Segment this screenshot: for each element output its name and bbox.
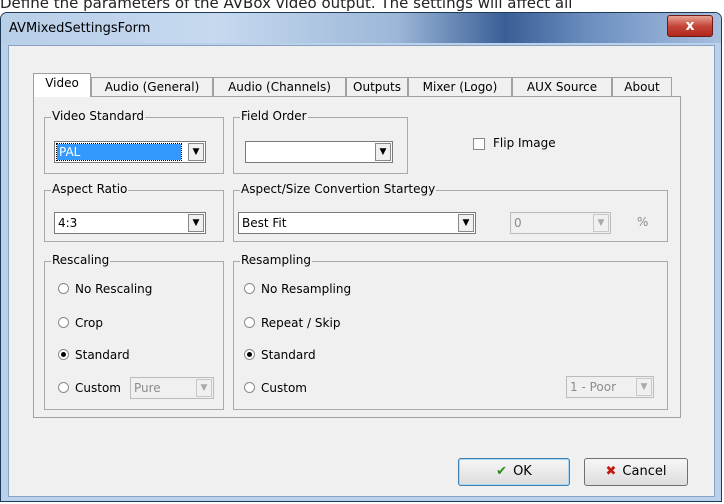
rescaling-option-crop[interactable]: Crop xyxy=(58,316,103,330)
resampling-custom-select[interactable]: 1 - Poor ▼ xyxy=(566,376,654,398)
resampling-custom-value: 1 - Poor xyxy=(570,380,617,394)
rescaling-custom-select[interactable]: Pure ▼ xyxy=(130,377,214,399)
x-icon: ✖ xyxy=(605,464,617,479)
window-title: AVMixedSettingsForm xyxy=(9,21,151,36)
flip-image-label: Flip Image xyxy=(493,136,556,150)
radio-label: Custom xyxy=(261,381,307,395)
radio-label: Repeat / Skip xyxy=(261,316,341,330)
resampling-option-no-resampling[interactable]: No Resampling xyxy=(244,282,351,296)
tab-outputs[interactable]: Outputs xyxy=(346,77,408,96)
aspect-amount-value: 0 xyxy=(514,216,522,230)
radio-indicator[interactable] xyxy=(58,349,69,360)
cancel-button[interactable]: ✖ Cancel xyxy=(584,458,688,486)
aspect-ratio-value: 4:3 xyxy=(58,216,78,230)
chevron-down-icon[interactable]: ▼ xyxy=(188,143,204,161)
aspect-amount-select[interactable]: 0 ▼ xyxy=(510,212,611,234)
radio-indicator[interactable] xyxy=(58,382,69,393)
aspect-strategy-select[interactable]: Best Fit ▼ xyxy=(238,212,476,234)
close-button[interactable]: x xyxy=(667,15,713,37)
radio-label: Custom xyxy=(75,381,121,395)
ok-button-label: OK xyxy=(513,464,532,479)
radio-label: Standard xyxy=(75,348,130,362)
chevron-down-icon[interactable]: ▼ xyxy=(636,378,652,396)
tab-mixer-logo[interactable]: Mixer (Logo) xyxy=(408,77,512,96)
video-standard-select[interactable]: PAL ▼ xyxy=(54,141,206,163)
radio-label: Standard xyxy=(261,348,316,362)
rescaling-custom-value: Pure xyxy=(134,381,161,395)
video-standard-value: PAL xyxy=(56,143,182,161)
radio-label: No Rescaling xyxy=(75,282,153,296)
resampling-option-standard[interactable]: Standard xyxy=(244,348,316,362)
aspect-ratio-select[interactable]: 4:3 ▼ xyxy=(54,212,206,234)
ok-button[interactable]: ✔ OK xyxy=(458,458,570,486)
background-caption: Define the parameters of the AVBox video… xyxy=(0,0,573,12)
radio-indicator[interactable] xyxy=(58,283,69,294)
tab-video[interactable]: Video xyxy=(33,73,91,97)
radio-indicator[interactable] xyxy=(244,283,255,294)
title-bar[interactable]: AVMixedSettingsForm x xyxy=(1,13,721,43)
tab-audio-channels[interactable]: Audio (Channels) xyxy=(213,77,346,96)
chevron-down-icon[interactable]: ▼ xyxy=(188,214,204,232)
chevron-down-icon[interactable]: ▼ xyxy=(593,214,609,232)
resampling-option-custom[interactable]: Custom xyxy=(244,381,307,395)
field-order-label: Field Order xyxy=(240,109,308,123)
rescaling-option-custom[interactable]: Custom xyxy=(58,381,121,395)
rescaling-option-standard[interactable]: Standard xyxy=(58,348,130,362)
radio-indicator[interactable] xyxy=(244,349,255,360)
resampling-option-repeat-skip[interactable]: Repeat / Skip xyxy=(244,316,340,330)
radio-label: Crop xyxy=(75,316,104,330)
cancel-button-label: Cancel xyxy=(622,464,667,479)
tab-audio-general[interactable]: Audio (General) xyxy=(91,77,213,96)
checkmark-icon: ✔ xyxy=(496,464,508,479)
resampling-label: Resampling xyxy=(240,253,312,267)
tab-aux-source[interactable]: AUX Source xyxy=(512,77,612,96)
field-order-select[interactable]: ▼ xyxy=(245,141,393,163)
rescaling-option-no-rescaling[interactable]: No Rescaling xyxy=(58,282,152,296)
radio-indicator[interactable] xyxy=(244,317,255,328)
percent-label: % xyxy=(637,215,649,229)
chevron-down-icon[interactable]: ▼ xyxy=(458,214,474,232)
tab-about[interactable]: About xyxy=(612,77,672,96)
radio-indicator[interactable] xyxy=(58,317,69,328)
flip-image-checkbox[interactable] xyxy=(473,138,485,150)
aspect-ratio-label: Aspect Ratio xyxy=(51,182,129,196)
aspect-strategy-label: Aspect/Size Convertion Startegy xyxy=(240,182,437,196)
radio-indicator[interactable] xyxy=(244,382,255,393)
chevron-down-icon[interactable]: ▼ xyxy=(196,379,212,397)
chevron-down-icon[interactable]: ▼ xyxy=(375,143,391,161)
rescaling-label: Rescaling xyxy=(51,253,111,267)
close-icon: x xyxy=(685,18,695,34)
video-standard-label: Video Standard xyxy=(51,109,146,123)
radio-label: No Resampling xyxy=(261,282,352,296)
aspect-strategy-value: Best Fit xyxy=(242,216,287,230)
